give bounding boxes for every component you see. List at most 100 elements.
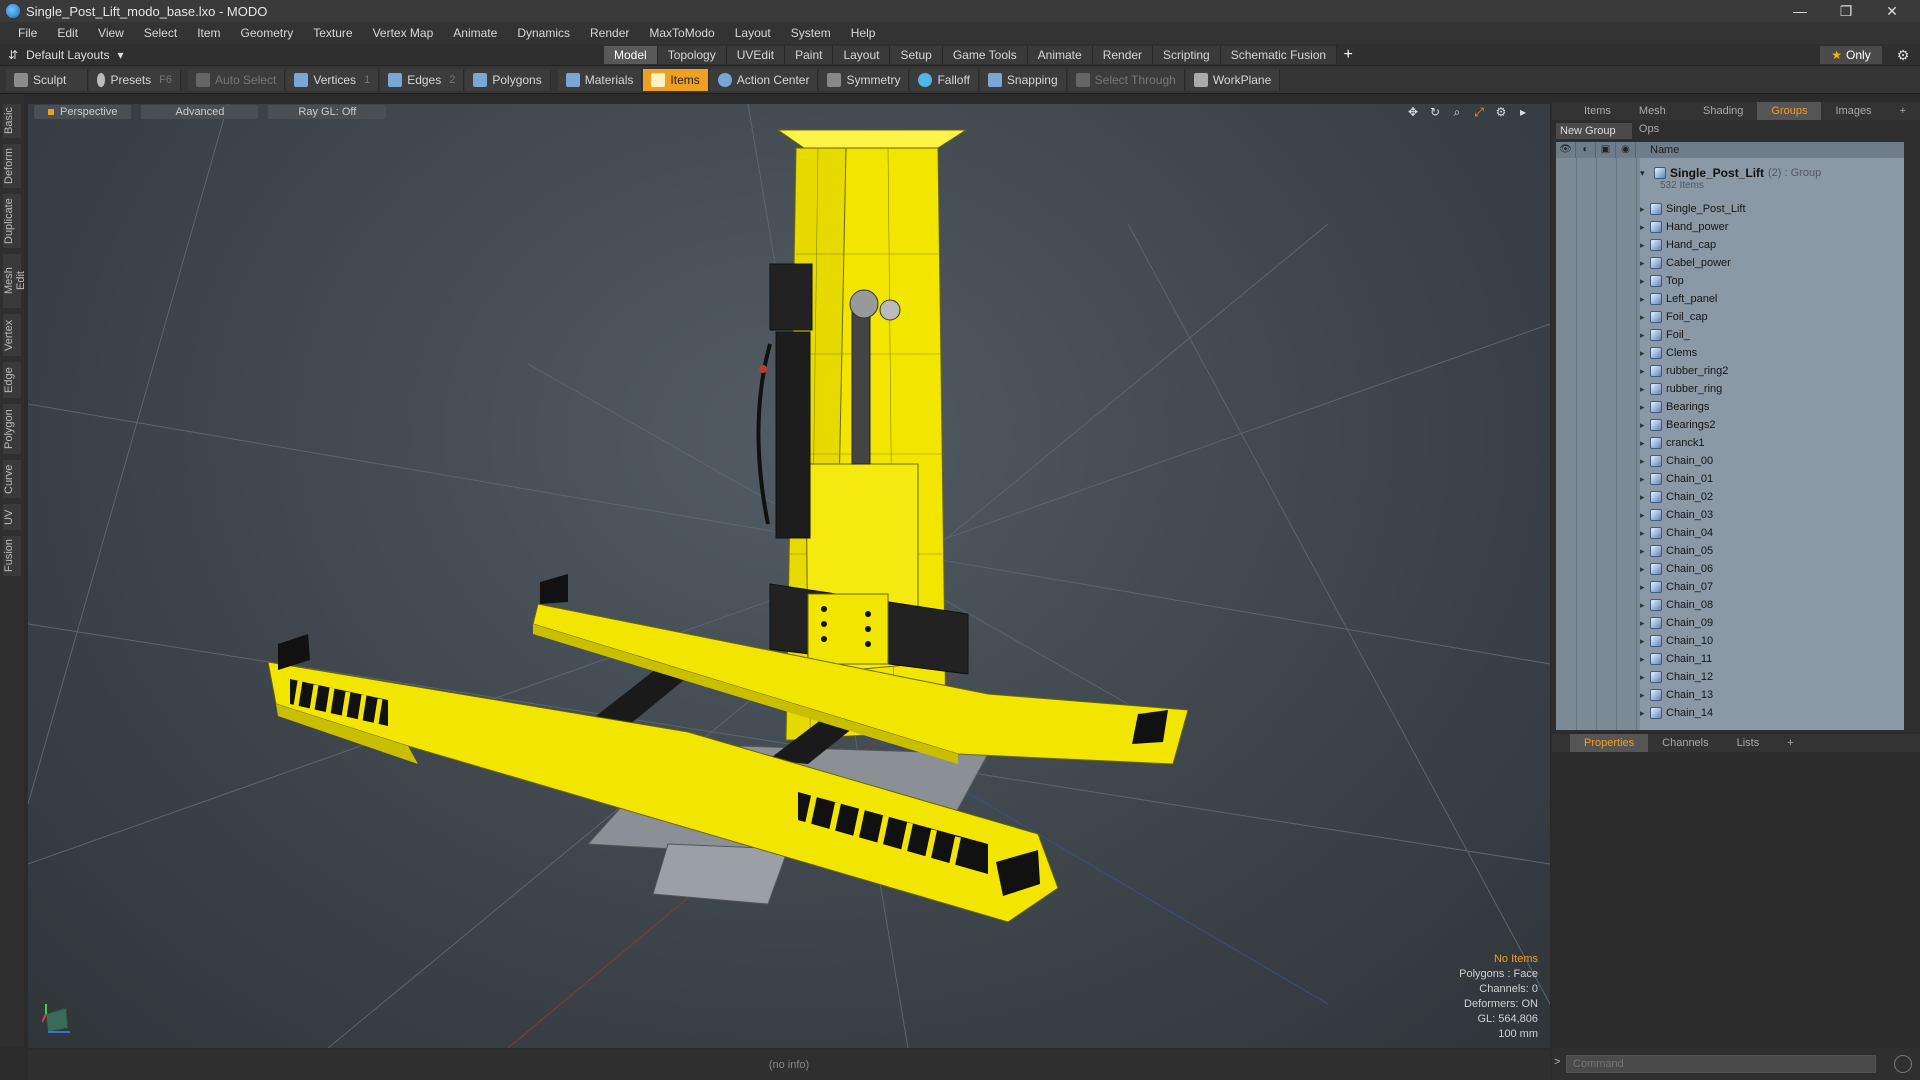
expand-arrow-icon[interactable]: ▸	[1640, 240, 1650, 251]
menu-render[interactable]: Render	[580, 22, 639, 44]
render-icon[interactable]: ◐	[1576, 142, 1596, 158]
vtab-basic[interactable]: Basic	[3, 104, 21, 138]
expand-arrow-icon[interactable]: ▸	[1640, 402, 1650, 413]
tree-item[interactable]: ▸ rubber_ring2	[1640, 362, 1728, 380]
vtab-vertex[interactable]: Vertex	[3, 314, 21, 356]
menu-dynamics[interactable]: Dynamics	[507, 22, 580, 44]
falloff-button[interactable]: Falloff	[910, 68, 979, 91]
tree-item[interactable]: ▸ Chain_07	[1640, 578, 1713, 596]
tree-item[interactable]: ▸ Cabel_power	[1640, 254, 1731, 272]
auto-select-button[interactable]: Auto Select	[188, 68, 286, 91]
tab-groups[interactable]: Groups	[1757, 102, 1822, 120]
tab-items[interactable]: Items	[1570, 102, 1625, 120]
tab-paint[interactable]: Paint	[785, 46, 834, 64]
tab-setup[interactable]: Setup	[890, 46, 943, 64]
name-column-header[interactable]: Name	[1636, 144, 1679, 156]
pan-icon[interactable]: ✥	[1406, 105, 1420, 119]
group-row[interactable]: ▾ Single_Post_Lift (2) : Group 532 Items	[1640, 166, 1821, 196]
expand-arrow-icon[interactable]: ▸	[1640, 672, 1650, 683]
action-center-button[interactable]: Action Center	[709, 68, 819, 91]
tree-item[interactable]: ▸ Chain_02	[1640, 488, 1713, 506]
close-button[interactable]: ✕	[1872, 0, 1912, 22]
expand-arrow-icon[interactable]: ▸	[1640, 294, 1650, 305]
tree-item[interactable]: ▸ Chain_12	[1640, 668, 1713, 686]
3d-viewport[interactable]: No Items Polygons : Face Channels: 0 Def…	[28, 104, 1550, 1048]
layouts-dropdown[interactable]: ⇵ Default Layouts ▾	[8, 44, 123, 66]
tree-item[interactable]: ▸ Hand_power	[1640, 218, 1728, 236]
tab-render[interactable]: Render	[1092, 46, 1154, 64]
raygl-dropdown[interactable]: Ray GL: Off	[268, 105, 387, 119]
vtab-uv[interactable]: UV	[3, 504, 21, 530]
zoom-icon[interactable]: ⌕	[1450, 105, 1464, 119]
perspective-dropdown[interactable]: Perspective	[34, 105, 132, 119]
tab-channels[interactable]: Channels	[1648, 734, 1722, 752]
vtab-polygon[interactable]: Polygon	[3, 404, 21, 454]
tree-item[interactable]: ▸ Bearings	[1640, 398, 1709, 416]
tab-game-tools[interactable]: Game Tools	[942, 46, 1028, 64]
tab-uvedit[interactable]: UVEdit	[726, 46, 786, 64]
expand-arrow-icon[interactable]: ▸	[1640, 618, 1650, 629]
expand-arrow-icon[interactable]: ▸	[1640, 546, 1650, 557]
expand-arrow-icon[interactable]: ▸	[1640, 690, 1650, 701]
expand-arrow-icon[interactable]: ▸	[1640, 312, 1650, 323]
tab-topology[interactable]: Topology	[657, 46, 727, 64]
tree-item[interactable]: ▸ Chain_08	[1640, 596, 1713, 614]
tab-scripting[interactable]: Scripting	[1153, 46, 1221, 64]
expand-arrow-icon[interactable]: ▸	[1640, 636, 1650, 647]
polygons-button[interactable]: Polygons	[465, 68, 551, 91]
rotate-icon[interactable]: ↻	[1428, 105, 1442, 119]
collapse-arrow-icon[interactable]: ▾	[1640, 168, 1654, 179]
add-tab-button[interactable]: +	[1337, 46, 1359, 64]
expand-arrow-icon[interactable]: ▸	[1640, 348, 1650, 359]
expand-arrow-icon[interactable]: ▸	[1640, 474, 1650, 485]
expand-arrow-icon[interactable]: ▸	[1640, 366, 1650, 377]
sculpt-button[interactable]: Sculpt	[6, 68, 88, 91]
tree-item[interactable]: ▸ Chain_14	[1640, 704, 1713, 722]
expand-arrow-icon[interactable]: ▸	[1640, 330, 1650, 341]
menu-view[interactable]: View	[88, 22, 134, 44]
tree-item[interactable]: ▸ Foil_cap	[1640, 308, 1708, 326]
tab-images[interactable]: Images	[1821, 102, 1885, 120]
menu-maxtomodo[interactable]: MaxToModo	[639, 22, 724, 44]
expand-arrow-icon[interactable]: ▸	[1640, 582, 1650, 593]
expand-arrow-icon[interactable]: ▸	[1640, 222, 1650, 233]
menu-edit[interactable]: Edit	[47, 22, 88, 44]
gear-icon[interactable]: ⚙	[1892, 44, 1914, 66]
tree-item[interactable]: ▸ Chain_11	[1640, 650, 1712, 668]
expand-arrow-icon[interactable]: ▸	[1640, 258, 1650, 269]
tree-item[interactable]: ▸ Single_Post_Lift	[1640, 200, 1746, 218]
menu-texture[interactable]: Texture	[303, 22, 362, 44]
visibility-eye-icon[interactable]: 👁	[1556, 142, 1576, 158]
tab-mesh-ops[interactable]: Mesh Ops	[1625, 102, 1689, 135]
symmetry-button[interactable]: Symmetry	[819, 68, 910, 91]
tree-item[interactable]: ▸ Chain_05	[1640, 542, 1713, 560]
snapping-button[interactable]: Snapping	[979, 68, 1067, 91]
command-input[interactable]	[1566, 1055, 1876, 1073]
menu-select[interactable]: Select	[134, 22, 187, 44]
expand-arrow-icon[interactable]: ▸	[1640, 420, 1650, 431]
presets-button[interactable]: Presets F6	[89, 68, 181, 91]
minimize-button[interactable]: —	[1780, 0, 1820, 22]
select-icon[interactable]: ◉	[1616, 142, 1636, 158]
tree-item[interactable]: ▸ Chain_10	[1640, 632, 1713, 650]
tree-item[interactable]: ▸ Chain_01	[1640, 470, 1713, 488]
tree-item[interactable]: ▸ Clems	[1640, 344, 1697, 362]
new-group-button[interactable]: New Group	[1556, 123, 1632, 139]
workplane-button[interactable]: WorkPlane	[1185, 68, 1281, 91]
menu-file[interactable]: File	[8, 22, 47, 44]
expand-arrow-icon[interactable]: ▸	[1640, 204, 1650, 215]
expand-arrow-icon[interactable]: ▸	[1640, 510, 1650, 521]
tree-item[interactable]: ▸ Left_panel	[1640, 290, 1717, 308]
advanced-dropdown[interactable]: Advanced	[141, 105, 259, 119]
vtab-mesh-edit[interactable]: Mesh Edit	[3, 254, 27, 308]
vtab-edge[interactable]: Edge	[3, 362, 21, 398]
tree-item[interactable]: ▸ Hand_cap	[1640, 236, 1716, 254]
tab-lists[interactable]: Lists	[1723, 734, 1774, 752]
expand-arrow-icon[interactable]: ▸	[1640, 708, 1650, 719]
tab-model[interactable]: Model	[604, 46, 658, 64]
menu-vertex-map[interactable]: Vertex Map	[363, 22, 444, 44]
expand-arrow-icon[interactable]: ▸	[1640, 456, 1650, 467]
tree-item[interactable]: ▸ Chain_03	[1640, 506, 1713, 524]
tree-item[interactable]: ▸ cranck1	[1640, 434, 1705, 452]
materials-button[interactable]: Materials	[557, 68, 643, 91]
